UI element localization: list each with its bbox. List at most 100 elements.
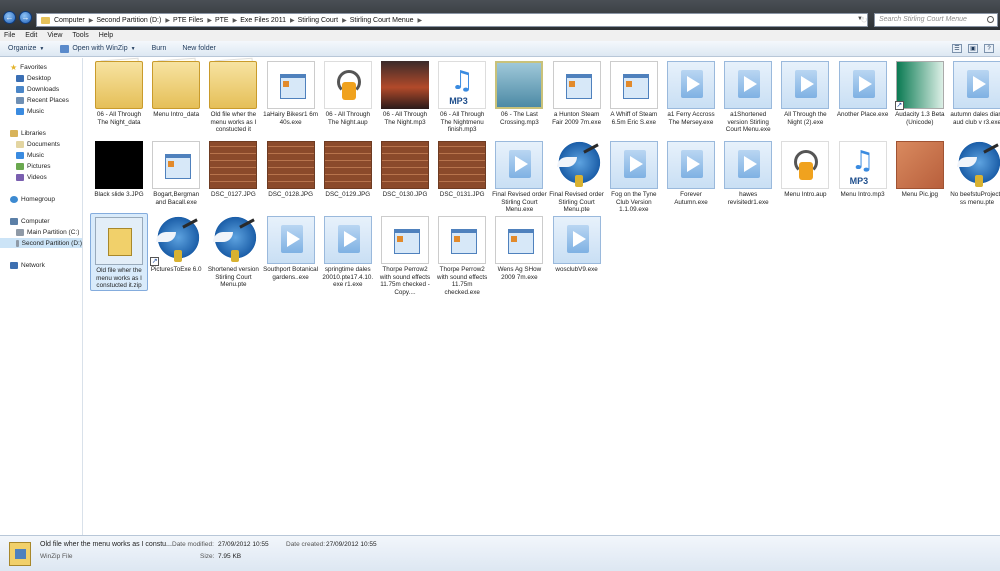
file-item[interactable]: Black slide 3.JPG xyxy=(90,138,148,199)
nav-recent-places[interactable]: Recent Places xyxy=(16,95,69,105)
file-item[interactable]: DSC_0130.JPG xyxy=(376,138,434,199)
breadcrumb-separator-icon[interactable]: ▶ xyxy=(342,17,347,24)
file-item[interactable]: a Hunton Steam Fair 2009 7m.exe xyxy=(548,58,606,126)
organize-button[interactable]: Organize ▼ xyxy=(8,45,44,52)
nav-network[interactable]: Network xyxy=(10,260,45,270)
file-item[interactable]: Wens Ag SHow 2009 7m.exe xyxy=(490,213,548,281)
file-item[interactable]: 06 - All Through The Night.mp3 xyxy=(376,58,434,126)
file-item[interactable]: a1 Ferry Accross The Mersey.exe xyxy=(662,58,720,126)
nav-computer[interactable]: Computer xyxy=(10,216,50,226)
file-name: DSC_0129.JPG xyxy=(325,191,371,198)
menu-view[interactable]: View xyxy=(47,30,62,41)
preview-pane-icon[interactable]: ▣ xyxy=(968,44,978,53)
file-item[interactable]: DSC_0129.JPG xyxy=(319,138,377,199)
nav-library-music[interactable]: Music xyxy=(16,150,44,160)
file-item[interactable]: Old file wher the menu works as I constu… xyxy=(90,213,148,291)
breadcrumb-item[interactable]: Stirling Court Menue xyxy=(350,17,414,24)
network-icon xyxy=(10,261,18,269)
audio-icon xyxy=(781,141,830,189)
back-button[interactable]: ← xyxy=(3,11,16,24)
computer-icon xyxy=(10,217,18,225)
nav-music[interactable]: Music xyxy=(16,106,44,116)
breadcrumb-separator-icon[interactable]: ▶ xyxy=(165,17,170,24)
file-item[interactable]: DSC_0127.JPG xyxy=(204,138,262,199)
nav-label: Libraries xyxy=(21,129,46,137)
nav-documents[interactable]: Documents xyxy=(16,139,60,149)
file-item[interactable]: Shortened version Stirling Court Menu.pt… xyxy=(204,213,262,289)
sunset-icon xyxy=(381,61,429,109)
file-item[interactable]: Final Revised order Stirling Court Menu.… xyxy=(548,138,606,214)
nav-favorites[interactable]: ★ Favorites xyxy=(10,62,47,72)
breadcrumb-separator-icon[interactable]: ▶ xyxy=(418,17,423,24)
breadcrumb-item[interactable]: PTE Files xyxy=(173,17,203,24)
breadcrumb-separator-icon[interactable]: ▶ xyxy=(233,17,238,24)
breadcrumb-item[interactable]: Computer xyxy=(54,17,85,24)
file-item[interactable]: All Through the Night (2).exe xyxy=(776,58,834,126)
menu-file[interactable]: File xyxy=(4,30,15,41)
nav-second-partition[interactable]: Second Partition (D:) xyxy=(0,238,82,248)
file-item[interactable]: Menu Pic.jpg xyxy=(891,138,949,199)
new-folder-button[interactable]: New folder xyxy=(182,45,215,52)
shortcut-arrow-icon: ↗ xyxy=(150,257,160,266)
view-options-icon[interactable]: ☰ xyxy=(952,44,962,53)
address-bar[interactable]: Computer ▶ Second Partition (D:) ▶ PTE Files… xyxy=(36,13,868,27)
file-item[interactable]: ♫ MP3 06 - All Through The Nightmenu finis… xyxy=(433,58,491,134)
menu-help[interactable]: Help xyxy=(99,30,113,41)
desktop-icon xyxy=(16,74,24,82)
file-item[interactable]: 1aHairy Bikesr1 6m 40s.exe xyxy=(262,58,320,126)
breadcrumb-item[interactable]: Exe Files 2011 xyxy=(240,17,286,24)
drive-icon xyxy=(16,228,24,236)
file-item[interactable]: ↗ PicturesToExe 6.0 xyxy=(147,213,205,274)
file-item[interactable]: Final Revised order Stirling Court Menu.… xyxy=(490,138,548,214)
file-item[interactable]: Fog on the Tyne Club Version 1.1.09.exe xyxy=(605,138,663,214)
nav-main-partition[interactable]: Main Partition (C:) xyxy=(16,227,79,237)
nav-videos[interactable]: Videos xyxy=(16,172,47,182)
file-item[interactable]: Menu Intro_data xyxy=(147,58,205,119)
file-item[interactable]: Another Place.exe xyxy=(834,58,892,119)
file-item[interactable]: Bogart,Bergman and Bacall.exe xyxy=(147,138,205,206)
file-item[interactable]: Southport Botanical gardens..exe xyxy=(262,213,320,281)
file-item[interactable]: ♫ MP3 Menu Intro.mp3 xyxy=(834,138,892,199)
file-item[interactable]: A Whiff of Steam 6.5m Eric S.exe xyxy=(605,58,663,126)
file-item[interactable]: Thorpe Perrow2 with sound effects 11.75m… xyxy=(376,213,434,296)
file-item[interactable]: hawes revisitedr1.exe xyxy=(719,138,777,206)
file-item[interactable]: Old file wher the menu works as I constu… xyxy=(204,58,262,134)
file-item[interactable]: Forever Autumn.exe xyxy=(662,138,720,206)
file-item[interactable]: 06 - The Last Crossing.mp3 xyxy=(490,58,548,126)
forward-button[interactable]: → xyxy=(19,11,32,24)
breadcrumb-separator-icon[interactable]: ▶ xyxy=(207,17,212,24)
nav-desktop[interactable]: Desktop xyxy=(16,73,51,83)
file-item[interactable]: No beefstuProject1 ss menu.pte xyxy=(948,138,1000,206)
mp3-icon: ♫ MP3 xyxy=(838,141,887,189)
nav-label: Main Partition (C:) xyxy=(27,228,80,236)
file-item[interactable]: a1Shortened version Stirling Court Menu.… xyxy=(719,58,777,134)
nav-homegroup[interactable]: Homegroup xyxy=(10,194,55,204)
refresh-button[interactable]: ↻ xyxy=(858,14,870,26)
file-item[interactable]: Menu Intro.aup xyxy=(776,138,834,199)
nav-libraries[interactable]: Libraries xyxy=(10,128,46,138)
burn-button[interactable]: Burn xyxy=(152,45,167,52)
file-item[interactable]: 06 - All Through The Night_data xyxy=(90,58,148,126)
file-item[interactable]: springtime dales 20010.pte17.4.10. exe r… xyxy=(319,213,377,289)
file-item[interactable]: Thorpe Perrow2 with sound effects 11.75m… xyxy=(433,213,491,296)
search-icon[interactable] xyxy=(987,16,994,23)
file-item[interactable]: ↗ Audacity 1.3 Beta (Unicode) xyxy=(891,58,949,126)
breadcrumb-item[interactable]: Stirling Court xyxy=(298,17,338,24)
breadcrumb-item[interactable]: PTE xyxy=(215,17,229,24)
help-icon[interactable]: ? xyxy=(984,44,994,53)
breadcrumb-item[interactable]: Second Partition (D:) xyxy=(96,17,161,24)
open-with-winzip-button[interactable]: Open with WinZip ▼ xyxy=(60,44,136,53)
menu-edit[interactable]: Edit xyxy=(25,30,37,41)
breadcrumb-separator-icon[interactable]: ▶ xyxy=(290,17,295,24)
menu-tools[interactable]: Tools xyxy=(72,30,88,41)
file-name: a1Shortened version Stirling Court Menu.… xyxy=(725,111,771,134)
file-item[interactable]: DSC_0131.JPG xyxy=(433,138,491,199)
nav-pictures[interactable]: Pictures xyxy=(16,161,50,171)
file-item[interactable]: DSC_0128.JPG xyxy=(262,138,320,199)
search-input[interactable]: Search Stirling Court Menue xyxy=(874,13,998,27)
file-item[interactable]: wosclubV9.exe xyxy=(548,213,606,274)
breadcrumb-separator-icon[interactable]: ▶ xyxy=(89,17,94,24)
nav-downloads[interactable]: Downloads xyxy=(16,84,59,94)
file-item[interactable]: 06 - All Through The Night.aup xyxy=(319,58,377,126)
file-item[interactable]: autumn dales diary aud club v r3.exe xyxy=(948,58,1000,126)
